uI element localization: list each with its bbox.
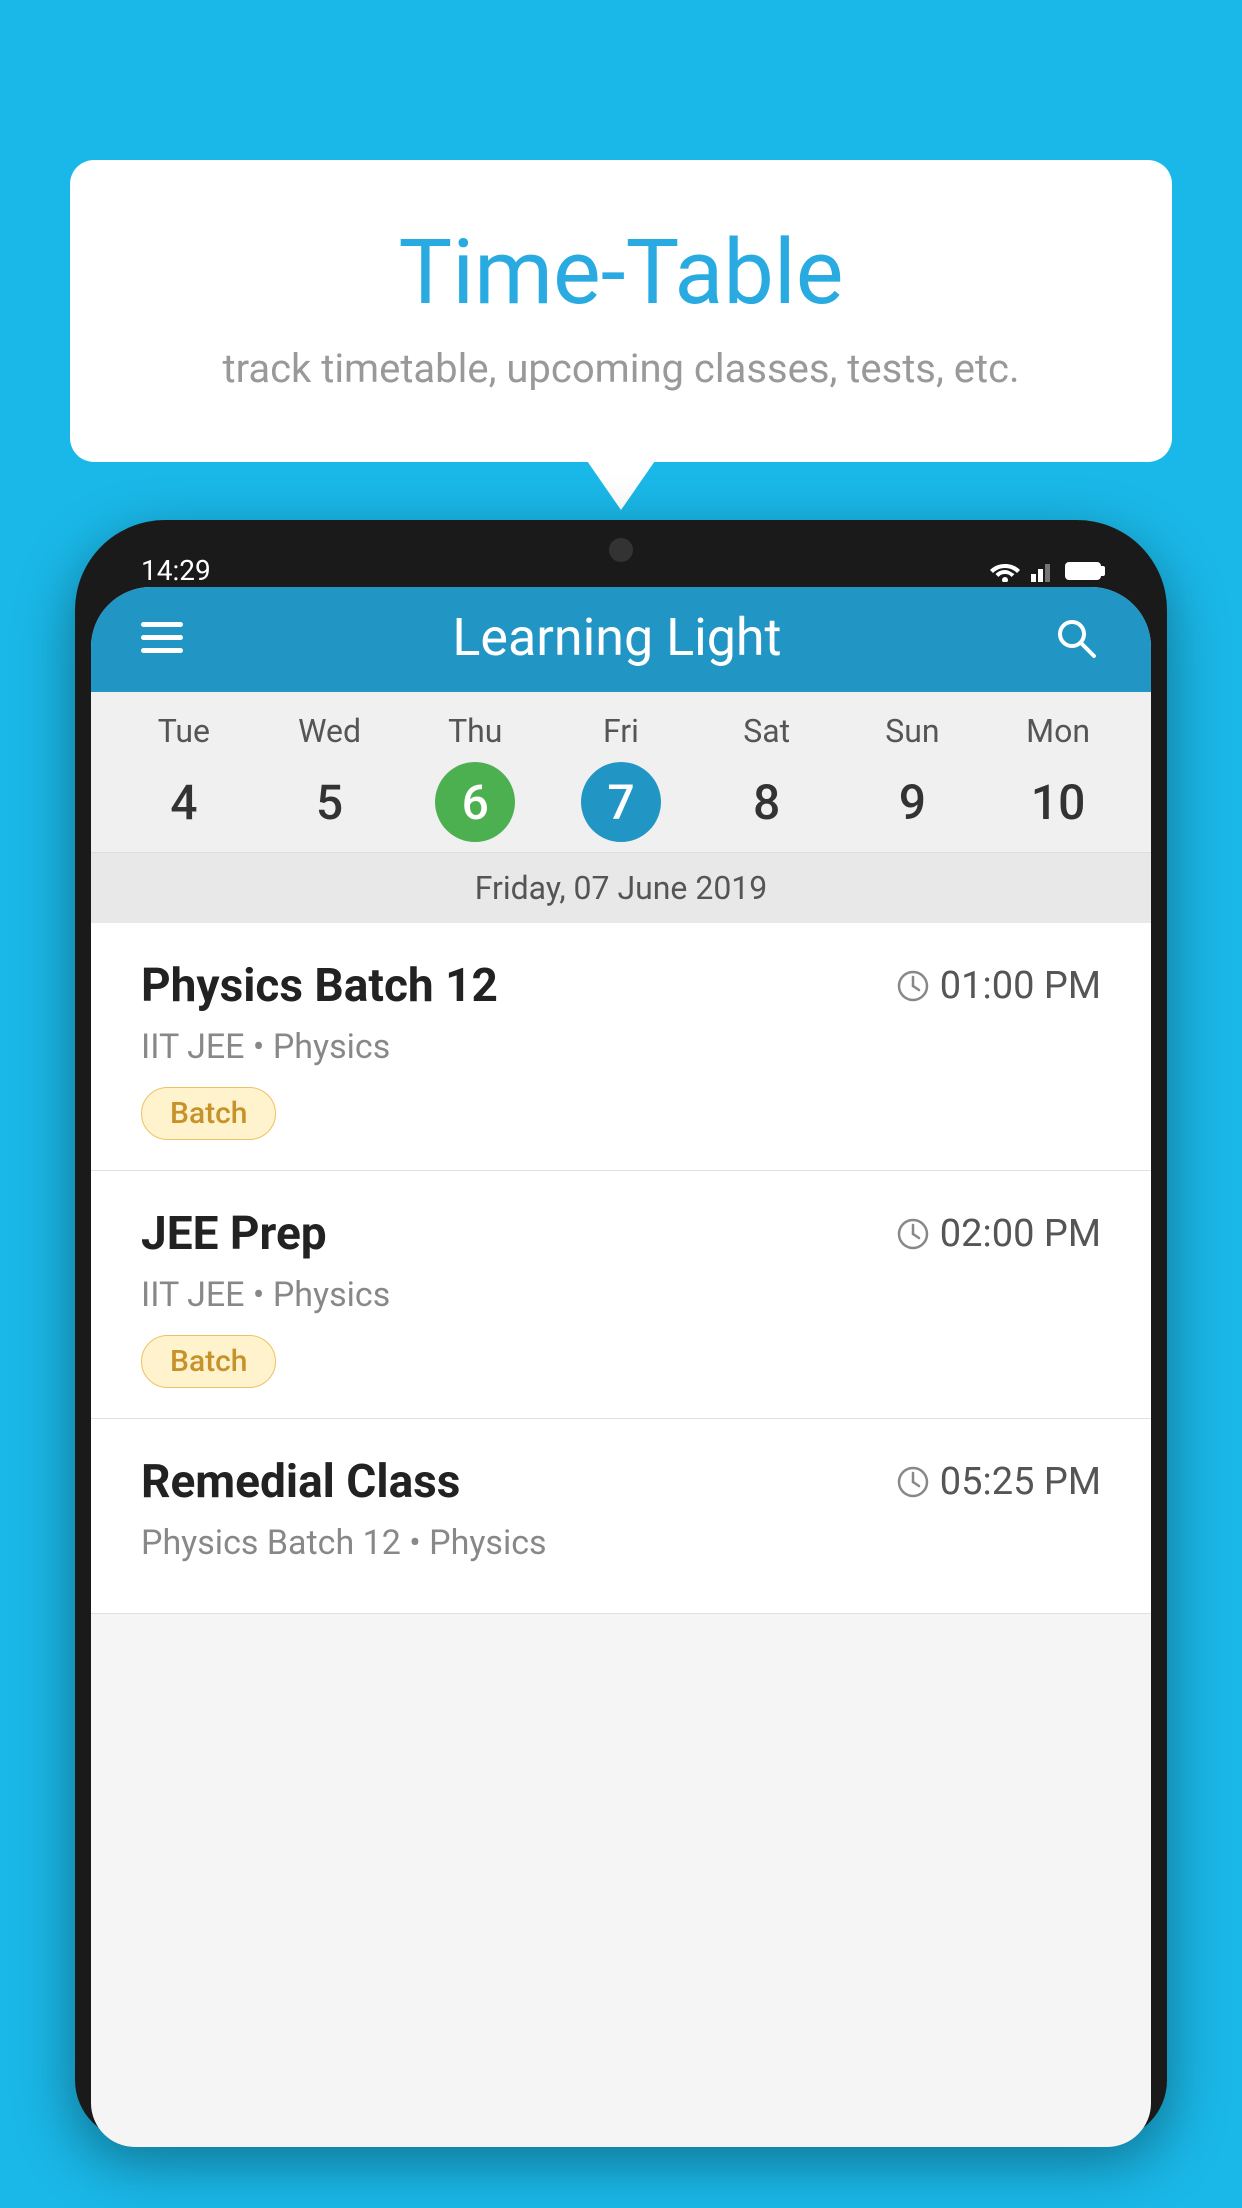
search-icon (1052, 614, 1100, 662)
day-item[interactable]: Sun 9 (847, 712, 977, 842)
day-item[interactable]: Sat 8 (702, 712, 832, 842)
day-name: Sat (743, 712, 790, 750)
schedule-list: Physics Batch 12 01:00 PM IIT JEE • Phys… (91, 923, 1151, 1614)
day-name: Sun (885, 712, 939, 750)
calendar-strip: Tue 4 Wed 5 Thu 6 Fri 7 Sat 8 Sun 9 Mon 10 Friday, 07… (91, 692, 1151, 923)
schedule-item[interactable]: JEE Prep 02:00 PM IIT JEE • Physics Batc… (91, 1171, 1151, 1419)
day-number: 8 (727, 762, 807, 842)
schedule-item-time: 01:00 PM (896, 964, 1101, 1008)
signal-icon (1031, 560, 1055, 582)
day-item[interactable]: Fri 7 (556, 712, 686, 842)
clock-icon (896, 1465, 930, 1499)
days-row: Tue 4 Wed 5 Thu 6 Fri 7 Sat 8 Sun 9 Mon 10 (91, 712, 1151, 852)
day-number: 4 (144, 762, 224, 842)
day-name: Wed (298, 712, 361, 750)
status-time: 14:29 (141, 554, 211, 587)
schedule-item-header: Physics Batch 12 01:00 PM (141, 959, 1101, 1013)
day-name: Mon (1026, 712, 1090, 750)
day-number: 10 (1018, 762, 1098, 842)
day-number: 5 (290, 762, 370, 842)
clock-icon (896, 969, 930, 1003)
day-number: 7 (581, 762, 661, 842)
speech-bubble: Time-Table track timetable, upcoming cla… (70, 160, 1172, 462)
speech-bubble-wrapper: Time-Table track timetable, upcoming cla… (70, 160, 1172, 462)
day-name: Thu (448, 712, 502, 750)
schedule-item-subtitle: IIT JEE • Physics (141, 1027, 1101, 1067)
schedule-item-title: Physics Batch 12 (141, 959, 498, 1013)
schedule-item[interactable]: Remedial Class 05:25 PM Physics Batch 12… (91, 1419, 1151, 1614)
schedule-item-time: 05:25 PM (896, 1460, 1101, 1504)
phone-outer: 14:29 (75, 520, 1167, 2140)
phone-screen: Learning Light Tue4Wed5Thu6Fri7Sat8Sun9M… (91, 587, 1151, 2147)
schedule-item-subtitle: IIT JEE • Physics (141, 1275, 1101, 1315)
day-name: Tue (158, 712, 210, 750)
clock-icon (896, 1217, 930, 1251)
schedule-item-subtitle: Physics Batch 12 • Physics (141, 1523, 1101, 1563)
schedule-item-header: JEE Prep 02:00 PM (141, 1207, 1101, 1261)
phone-wrapper: 14:29 (75, 520, 1167, 2208)
app-header: Learning Light (91, 587, 1151, 692)
day-item[interactable]: Tue 4 (119, 712, 249, 842)
day-item[interactable]: Mon 10 (993, 712, 1123, 842)
schedule-item-header: Remedial Class 05:25 PM (141, 1455, 1101, 1509)
day-item[interactable]: Thu 6 (410, 712, 540, 842)
wifi-icon (989, 560, 1021, 582)
schedule-item-title: JEE Prep (141, 1207, 327, 1261)
camera-dot (609, 538, 633, 562)
hamburger-menu-button[interactable] (141, 622, 183, 653)
status-icons (989, 560, 1101, 582)
bubble-subtitle: track timetable, upcoming classes, tests… (150, 345, 1092, 392)
bubble-title: Time-Table (150, 220, 1092, 325)
day-item[interactable]: Wed 5 (265, 712, 395, 842)
schedule-item-title: Remedial Class (141, 1455, 460, 1509)
batch-badge: Batch (141, 1335, 276, 1388)
schedule-item-time: 02:00 PM (896, 1212, 1101, 1256)
selected-date-label: Friday, 07 June 2019 (91, 852, 1151, 923)
day-name: Fri (603, 712, 639, 750)
day-number: 6 (435, 762, 515, 842)
batch-badge: Batch (141, 1087, 276, 1140)
day-number: 9 (872, 762, 952, 842)
battery-icon (1065, 562, 1101, 580)
app-title: Learning Light (183, 607, 1051, 668)
phone-notch (531, 520, 711, 580)
schedule-item[interactable]: Physics Batch 12 01:00 PM IIT JEE • Phys… (91, 923, 1151, 1171)
search-button[interactable] (1051, 613, 1101, 663)
